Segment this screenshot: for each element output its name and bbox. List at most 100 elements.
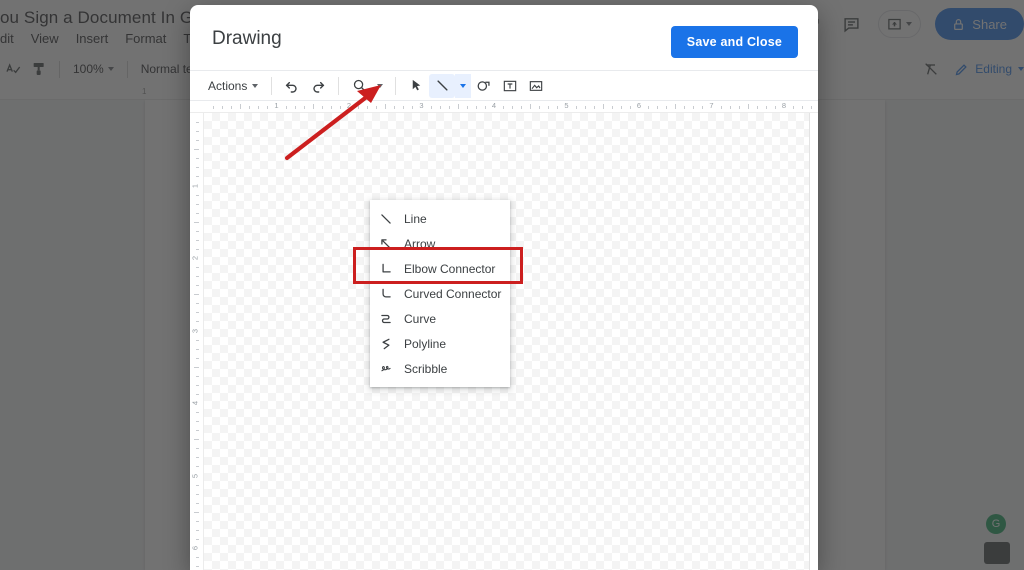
chevron-down-icon	[252, 83, 259, 88]
toolbar-divider	[338, 76, 340, 95]
ruler-tick	[196, 421, 199, 423]
shape-tool-button[interactable]	[471, 74, 497, 98]
ruler-tick	[475, 106, 477, 109]
ruler-tick	[196, 212, 199, 214]
ruler-tick-label: 2	[346, 101, 352, 110]
ruler-tick-label: 3	[190, 328, 200, 333]
actions-menu-button[interactable]: Actions	[202, 75, 264, 97]
image-tool-button[interactable]	[523, 74, 549, 98]
ruler-tick	[196, 203, 199, 205]
ruler-tick	[213, 106, 215, 109]
ruler-tick	[521, 106, 523, 109]
ruler-tick	[439, 106, 441, 109]
ruler-tick	[802, 106, 804, 109]
zoom-dropdown-caret[interactable]	[372, 74, 388, 98]
drawing-dialog: Drawing Save and Close Actions 1 2 3 4 5…	[190, 5, 818, 570]
ruler-tick	[196, 493, 199, 495]
save-and-close-button[interactable]: Save and Close	[670, 26, 798, 58]
menu-item-label: Arrow	[404, 236, 436, 251]
ruler-tick	[196, 457, 199, 459]
vertical-ruler[interactable]: 1 2 3 4 5 6	[190, 113, 204, 570]
redo-button[interactable]	[305, 74, 331, 98]
ruler-tick	[249, 106, 251, 109]
menu-item-polyline[interactable]: Polyline	[370, 331, 510, 356]
zoom-button[interactable]	[346, 74, 372, 98]
ruler-tick	[196, 348, 199, 350]
undo-icon	[286, 81, 297, 93]
ruler-tick	[196, 267, 199, 269]
dialog-body: 1 2 3 4 5 6 7 8 1 2 3 4 5 6 Line Arrow Elbow Connector…	[190, 101, 818, 570]
ruler-tick	[793, 106, 795, 109]
ruler-tick	[196, 303, 199, 305]
ruler-tick	[196, 194, 199, 196]
menu-item-line[interactable]: Line	[370, 206, 510, 231]
ruler-tick	[412, 106, 414, 109]
ruler-tick	[765, 106, 767, 109]
ruler-tick	[196, 122, 199, 124]
dialog-header: Drawing Save and Close	[190, 5, 818, 71]
ruler-tick-label: 1	[274, 101, 279, 110]
ruler-tick	[196, 430, 199, 432]
ruler-tick	[196, 412, 199, 414]
ruler-tick	[196, 538, 199, 540]
ruler-tick	[602, 104, 604, 109]
ruler-tick	[196, 285, 199, 287]
ruler-tick	[312, 104, 314, 109]
ruler-tick	[548, 106, 550, 109]
ruler-tick	[648, 106, 650, 109]
ruler-tick	[629, 106, 631, 109]
menu-item-arrow[interactable]: Arrow	[370, 231, 510, 256]
menu-item-curved-connector[interactable]: Curved Connector	[370, 281, 510, 306]
menu-item-label: Curved Connector	[404, 286, 502, 301]
menu-item-curve[interactable]: Curve	[370, 306, 510, 331]
ruler-tick	[196, 312, 199, 314]
menu-item-label: Scribble	[404, 361, 448, 376]
ruler-tick	[196, 375, 199, 377]
ruler-tick	[231, 106, 233, 109]
line-tool-button[interactable]	[429, 73, 456, 98]
cursor-arrow-icon	[412, 79, 421, 91]
ruler-tick	[330, 106, 332, 109]
ruler-tick	[484, 106, 486, 109]
ruler-tick-label: 7	[709, 101, 714, 110]
menu-item-scribble[interactable]: Scribble	[370, 356, 510, 381]
ruler-tick	[196, 276, 199, 278]
ruler-tick	[196, 557, 199, 559]
ruler-tick	[403, 106, 405, 109]
ruler-tick	[267, 106, 269, 109]
ruler-tick	[584, 106, 586, 109]
ruler-tick	[530, 104, 532, 109]
ruler-tick-label: 5	[564, 101, 569, 110]
polyline-icon	[378, 336, 394, 352]
ruler-tick	[557, 106, 559, 109]
line-type-menu: Line Arrow Elbow Connector Curved Connector…	[370, 200, 510, 387]
ruler-tick	[385, 104, 387, 109]
ruler-tick	[575, 106, 577, 109]
ruler-tick	[774, 106, 776, 109]
ruler-tick	[196, 230, 199, 232]
ruler-tick	[196, 248, 199, 250]
ruler-tick	[196, 466, 199, 468]
ruler-tick	[811, 106, 813, 109]
menu-item-elbow-connector[interactable]: Elbow Connector	[370, 256, 510, 281]
ruler-tick	[303, 106, 305, 109]
shape-icon	[477, 80, 490, 91]
ruler-tick	[620, 106, 622, 109]
ruler-tick	[285, 106, 287, 109]
line-tool-dropdown-caret[interactable]	[455, 73, 472, 98]
ruler-tick	[194, 511, 199, 513]
curve-icon	[378, 311, 394, 327]
ruler-tick-label: 4	[491, 101, 497, 110]
ruler-tick	[339, 106, 341, 109]
screen-root: ou Sign a Document In Google ditViewInse…	[0, 0, 1024, 570]
drawing-toolbar: Actions	[190, 71, 818, 101]
textbox-tool-button[interactable]	[497, 74, 523, 98]
ruler-tick	[196, 239, 199, 241]
ruler-tick	[747, 104, 749, 109]
undo-button[interactable]	[279, 74, 305, 98]
ruler-tick	[194, 221, 199, 223]
ruler-tick-label: 3	[419, 101, 424, 110]
select-tool-button[interactable]	[403, 74, 429, 98]
line-icon	[437, 80, 448, 91]
ruler-tick-label: 8	[781, 101, 787, 110]
